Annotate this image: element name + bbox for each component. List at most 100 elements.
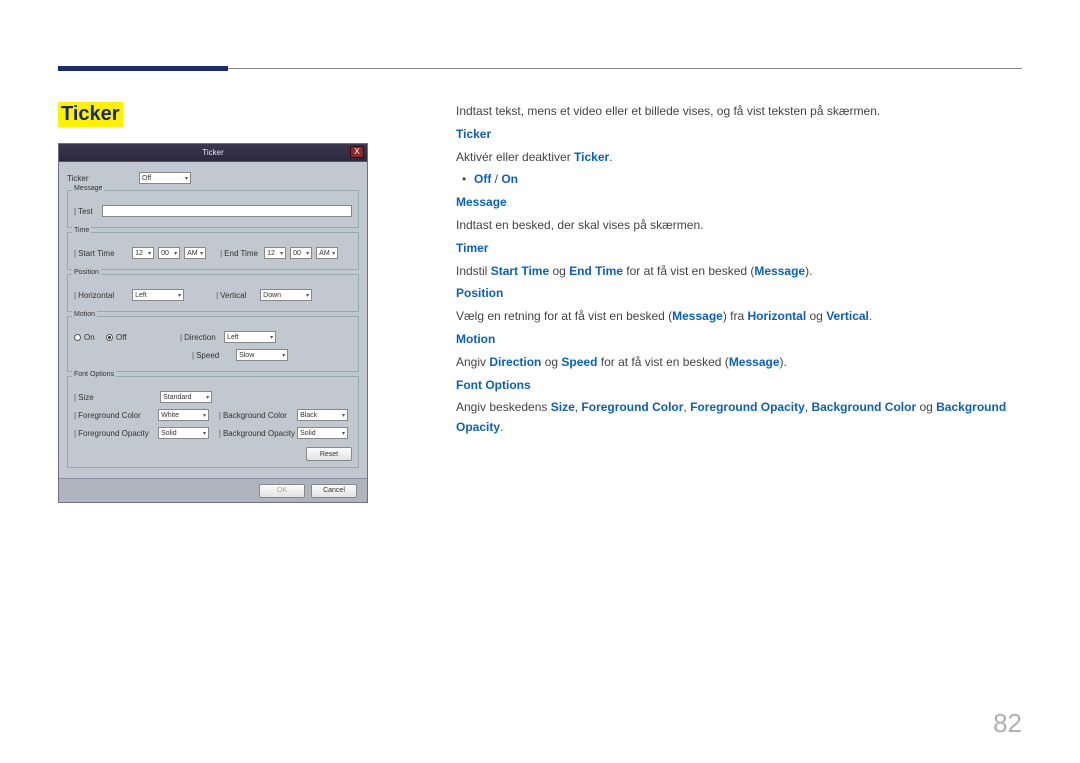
bgop-label: Background Opacity: [223, 429, 297, 438]
fgop-select[interactable]: Solid▾: [158, 427, 209, 439]
spinner-icon: ▾: [280, 250, 283, 257]
vertical-select[interactable]: Down▾: [260, 289, 312, 301]
end-hour-value: 12: [267, 250, 275, 257]
pipe-icon: |: [192, 351, 194, 360]
font-options-legend: Font Options: [72, 371, 116, 378]
pipe-icon: |: [74, 291, 76, 300]
ok-button[interactable]: OK: [259, 484, 305, 498]
start-hour-spin[interactable]: 12 ▾: [132, 247, 154, 259]
ticker-desc: Aktivér eller deaktiver Ticker.: [456, 148, 1022, 168]
chevron-down-icon: ▾: [203, 430, 206, 437]
t: Size: [551, 400, 575, 414]
position-legend: Position: [72, 269, 101, 276]
t: og: [541, 355, 561, 369]
fgcolor-value: White: [161, 412, 179, 419]
pipe-icon: |: [74, 249, 76, 258]
timer-desc: Indstil Start Time og End Time for at få…: [456, 262, 1022, 282]
motion-on-radio[interactable]: [74, 334, 81, 341]
spinner-icon: ▾: [332, 250, 335, 257]
t: Background Color: [811, 400, 916, 414]
timer-heading: Timer: [456, 241, 488, 255]
end-ampm-spin[interactable]: AM▾: [316, 247, 338, 259]
end-time-label: End Time: [224, 249, 264, 258]
t: Start Time: [491, 264, 549, 278]
t: Aktivér eller deaktiver: [456, 150, 574, 164]
intro-text: Indtast tekst, mens et video eller et bi…: [456, 102, 1022, 122]
t: Foreground Opacity: [690, 400, 805, 414]
speed-value: Slow: [239, 352, 254, 359]
motion-group: Motion On Off | Direction Left▾ | Speed: [67, 316, 359, 372]
pipe-icon: |: [74, 207, 76, 216]
size-select[interactable]: Standard ▾: [160, 391, 212, 403]
bgop-select[interactable]: Solid▾: [297, 427, 348, 439]
position-desc: Vælg en retning for at få vist en besked…: [456, 307, 1022, 327]
fontoptions-desc: Angiv beskedens Size, Foreground Color, …: [456, 398, 1022, 438]
motion-off-radio[interactable]: [106, 334, 113, 341]
direction-value: Left: [227, 334, 239, 341]
horizontal-label: Horizontal: [78, 291, 132, 300]
message-desc: Indtast en besked, der skal vises på skæ…: [456, 216, 1022, 236]
direction-label: Direction: [184, 333, 224, 342]
close-icon[interactable]: X: [350, 146, 364, 158]
size-value: Standard: [163, 394, 191, 401]
pipe-icon: |: [180, 333, 182, 342]
chevron-down-icon: ▾: [342, 412, 345, 419]
end-ampm-value: AM: [319, 250, 330, 257]
page-number: 82: [993, 708, 1022, 739]
fontoptions-heading: Font Options: [456, 378, 531, 392]
start-ampm-value: AM: [187, 250, 198, 257]
time-group: Time | Start Time 12▾ 00▾ AM▾ | End Time…: [67, 232, 359, 270]
chevron-down-icon: ▾: [282, 352, 285, 359]
t: Foreground Color: [581, 400, 683, 414]
reset-button[interactable]: Reset: [306, 447, 352, 461]
direction-select[interactable]: Left▾: [224, 331, 276, 343]
start-ampm-spin[interactable]: AM▾: [184, 247, 206, 259]
ticker-options: Off / On: [456, 170, 1022, 190]
end-min-spin[interactable]: 00▾: [290, 247, 312, 259]
message-heading: Message: [456, 195, 507, 209]
chevron-down-icon: ▾: [185, 175, 188, 182]
spinner-icon: ▾: [306, 250, 309, 257]
dialog-screenshot: Ticker X Ticker Off▾ Message | Test: [58, 143, 368, 503]
motion-desc: Angiv Direction og Speed for at få vist …: [456, 353, 1022, 373]
t: .: [500, 420, 503, 434]
t: /: [491, 172, 501, 186]
bgcolor-select[interactable]: Black▾: [297, 409, 348, 421]
bgcolor-label: Background Color: [223, 411, 297, 420]
fgcolor-select[interactable]: White▾: [158, 409, 209, 421]
right-column: Indtast tekst, mens et video eller et bi…: [428, 102, 1022, 503]
spinner-icon: ▾: [200, 250, 203, 257]
t: ).: [780, 355, 787, 369]
spinner-icon: ▾: [148, 250, 151, 257]
t: Horizontal: [748, 309, 807, 323]
position-heading: Position: [456, 286, 503, 300]
chevron-down-icon: ▾: [206, 394, 209, 401]
message-value-label: Test: [78, 207, 102, 216]
t: Off: [474, 172, 491, 186]
speed-select[interactable]: Slow ▾: [236, 349, 288, 361]
t: og: [806, 309, 826, 323]
pipe-icon: |: [219, 429, 221, 438]
pipe-icon: |: [216, 291, 218, 300]
message-legend: Message: [72, 185, 104, 192]
content: Ticker Ticker X Ticker Off▾ Message | Te…: [58, 102, 1022, 503]
t: End Time: [569, 264, 623, 278]
message-input[interactable]: [102, 205, 352, 217]
t: Ticker: [574, 150, 609, 164]
fgop-label: Foreground Opacity: [78, 429, 158, 438]
t: Vertical: [826, 309, 869, 323]
t: Angiv beskedens: [456, 400, 551, 414]
t: for at få vist en besked (: [597, 355, 728, 369]
ticker-select[interactable]: Off▾: [139, 172, 191, 184]
cancel-button[interactable]: Cancel: [311, 484, 357, 498]
t: On: [501, 172, 518, 186]
t: Indstil: [456, 264, 491, 278]
t: ).: [805, 264, 812, 278]
font-options-group: Font Options | Size Standard▾ | Foregrou…: [67, 376, 359, 468]
ticker-heading: Ticker: [456, 127, 491, 141]
horizontal-select[interactable]: Left▾: [132, 289, 184, 301]
start-min-spin[interactable]: 00▾: [158, 247, 180, 259]
start-hour-value: 12: [135, 250, 143, 257]
dialog-titlebar: Ticker X: [59, 144, 367, 162]
end-hour-spin[interactable]: 12 ▾: [264, 247, 286, 259]
